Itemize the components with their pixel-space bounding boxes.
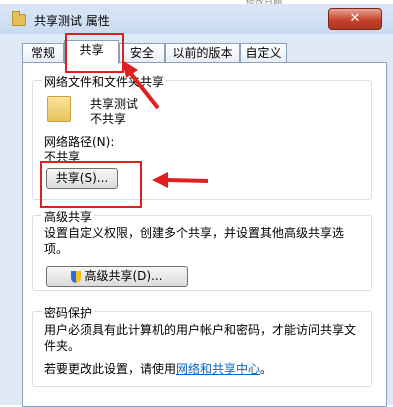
annotation-arrows: [122, 60, 209, 188]
arrow-to-tab: [122, 60, 160, 110]
properties-dialog: 修改日期 共享测试 属性 ✕ 常规 共享 安全 以前的版本 自定义 网络文件和文…: [0, 0, 393, 407]
arrow-to-share-button: [152, 172, 209, 188]
